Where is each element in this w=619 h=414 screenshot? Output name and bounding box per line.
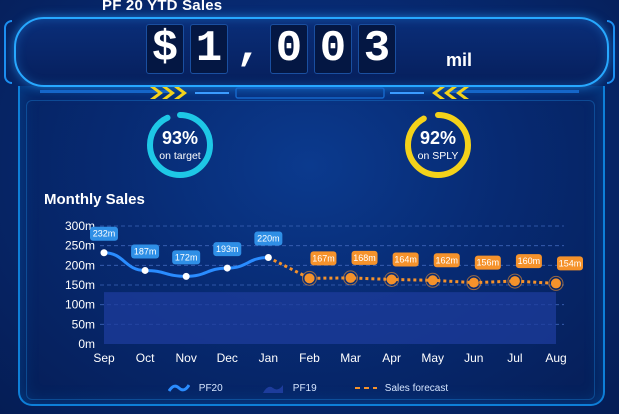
forecast-point — [427, 275, 438, 286]
forecast-point — [345, 272, 356, 283]
legend-line-icon — [167, 384, 191, 392]
forecast-point — [304, 273, 315, 284]
forecast-data-label: 160m — [518, 256, 541, 266]
x-tick-label: Feb — [299, 351, 320, 365]
pf20-point — [141, 266, 149, 274]
x-tick-label: Sep — [93, 351, 115, 365]
forecast-point — [509, 276, 520, 287]
x-tick-label: Jan — [259, 351, 278, 365]
forecast-data-label: 154m — [559, 258, 582, 268]
pf20-data-label: 172m — [175, 252, 198, 262]
pf19-area — [104, 292, 556, 344]
y-tick-label: 0m — [78, 337, 95, 351]
pf20-point — [182, 272, 190, 280]
legend-item-forecast: Sales forecast — [354, 382, 448, 394]
forecast-data-label: 156m — [477, 258, 500, 268]
forecast-data-label: 162m — [435, 255, 458, 265]
pf20-data-label: 187m — [134, 246, 157, 256]
x-tick-label: May — [421, 351, 444, 365]
legend-label: PF20 — [198, 382, 223, 394]
y-tick-label: 100m — [65, 298, 95, 312]
y-tick-label: 200m — [65, 258, 95, 272]
forecast-point — [551, 278, 561, 289]
legend-item-pf20: PF20 — [167, 382, 223, 394]
forecast-point — [468, 277, 479, 288]
monthly-sales-chart: 0m50m100m150m200m250m300mSep Oct Nov Dec Jan… — [65, 219, 583, 365]
y-tick-label: 50m — [72, 317, 95, 331]
x-tick-label: Nov — [176, 351, 197, 365]
pf20-point — [100, 249, 108, 257]
legend-dash-icon — [355, 387, 377, 389]
forecast-point — [386, 274, 397, 285]
pf20-data-label: 220m — [257, 233, 280, 243]
forecast-data-label: 164m — [394, 254, 417, 264]
pf20-data-label: 232m — [93, 229, 116, 239]
forecast-data-label: 167m — [312, 253, 335, 263]
pf20-point — [264, 253, 272, 261]
x-tick-label: Dec — [217, 351, 238, 365]
y-tick-label: 250m — [65, 239, 95, 253]
pf20-point — [223, 264, 231, 272]
x-tick-label: Jul — [507, 351, 522, 365]
x-tick-label: Jun — [464, 351, 483, 365]
legend-item-pf19: PF19 — [262, 382, 317, 394]
x-tick-label: Apr — [382, 351, 401, 365]
legend-label: Sales forecast — [384, 382, 449, 394]
legend-label: PF19 — [292, 382, 317, 394]
x-tick-label: Aug — [545, 351, 566, 365]
x-tick-label: Oct — [136, 351, 155, 365]
x-tick-label: Mar — [340, 351, 361, 365]
pf20-data-label: 193m — [216, 244, 239, 254]
forecast-data-label: 168m — [353, 253, 376, 263]
legend-area-icon — [263, 385, 283, 393]
y-tick-label: 150m — [65, 278, 95, 292]
